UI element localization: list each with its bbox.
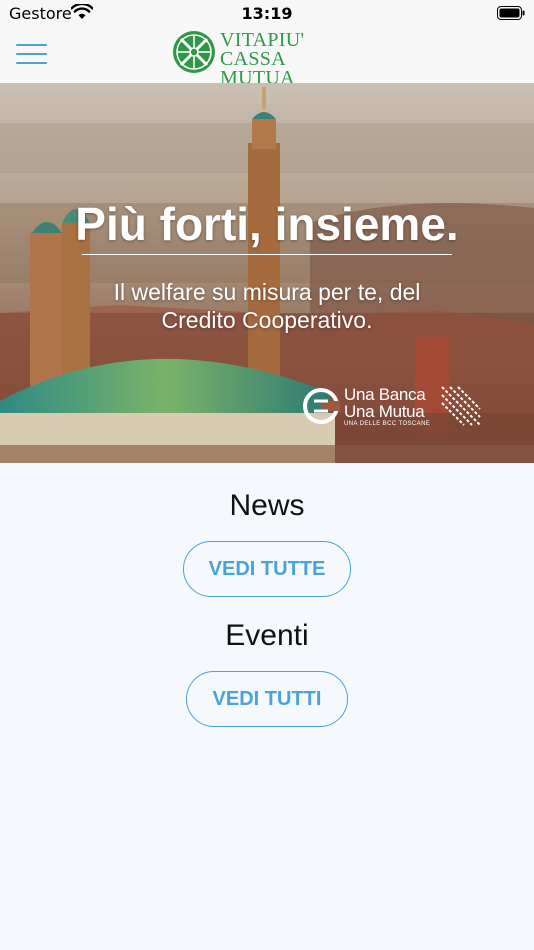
nav-bar: VITAPIU' CASSA MUTUA — [0, 28, 534, 88]
battery-icon — [497, 6, 525, 20]
logo-text: VITAPIU' CASSA MUTUA — [220, 30, 364, 88]
clock: 13:19 — [241, 4, 293, 23]
events-title: Eventi — [225, 619, 309, 652]
status-bar: Gestore 13:19 — [0, 0, 534, 28]
menu-line-icon — [16, 44, 47, 46]
events-view-all-button[interactable]: VEDI TUTTI — [186, 671, 348, 727]
promo-logo: Una Banca Una Mutua UNA DELLE BCC TOSCAN… — [300, 383, 485, 435]
app-logo: VITAPIU' CASSA MUTUA — [172, 29, 364, 88]
menu-line-icon — [16, 62, 47, 64]
menu-line-icon — [16, 53, 47, 55]
hero-divider — [82, 254, 452, 255]
promo-line2: Una Mutua — [344, 402, 425, 421]
logo-emblem-icon — [173, 31, 215, 73]
hero-title: Più forti, insieme. — [75, 198, 459, 250]
hero-subtitle-line1: Il welfare su misura per te, del — [113, 279, 421, 305]
hero-subtitle-line2: Credito Cooperativo. — [161, 307, 373, 333]
news-view-all-button[interactable]: VEDI TUTTE — [183, 541, 351, 597]
banca-emblem-icon — [303, 388, 340, 424]
hero-subtitle: Il welfare su misura per te, del Credito… — [80, 278, 454, 334]
hero-banner: Più forti, insieme. Il welfare su misura… — [0, 83, 534, 463]
promo-small-text: UNA DELLE BCC TOSCANE — [344, 421, 431, 427]
menu-button[interactable] — [16, 44, 47, 66]
news-title: News — [229, 489, 305, 522]
pattern-icon — [441, 386, 481, 426]
